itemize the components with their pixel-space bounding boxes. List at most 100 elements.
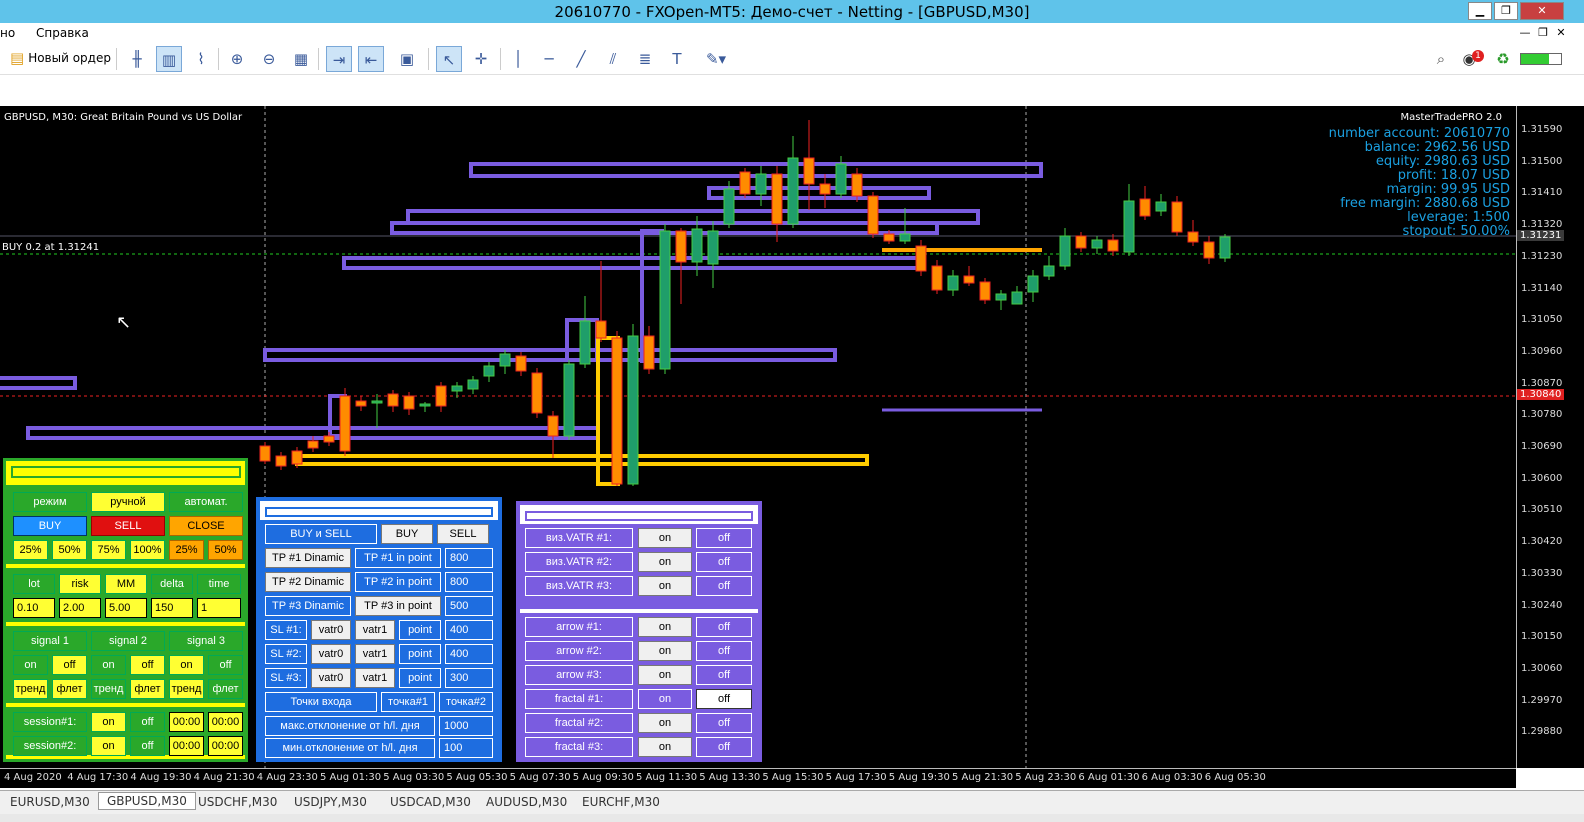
- bar-chart-icon[interactable]: ╫: [124, 46, 150, 72]
- tp1-dynamic-button[interactable]: TP #1 Dinamic: [265, 548, 351, 568]
- sl3-point-button[interactable]: point: [399, 668, 441, 688]
- horizontal-line-icon[interactable]: ─: [536, 46, 562, 72]
- maximize-button[interactable]: ❐: [1494, 2, 1518, 20]
- purple-a2-on[interactable]: on: [638, 641, 692, 661]
- symbol-tab[interactable]: GBPUSD,M30: [98, 792, 196, 810]
- signal-3-off[interactable]: off: [208, 655, 243, 675]
- purple-f3-on[interactable]: on: [638, 737, 692, 757]
- symbol-tab[interactable]: AUDUSD,M30: [478, 794, 575, 810]
- purple-a1-on[interactable]: on: [638, 617, 692, 637]
- sl3-value-input[interactable]: 300: [445, 668, 493, 688]
- close-button[interactable]: CLOSE: [169, 516, 243, 536]
- symbol-tab[interactable]: USDCHF,M30: [190, 794, 285, 810]
- signal-1-off[interactable]: off: [52, 655, 87, 675]
- tp2-point-button[interactable]: TP #2 in point: [355, 572, 441, 592]
- purple-f2-off[interactable]: off: [696, 713, 752, 733]
- purple-v1-off[interactable]: off: [696, 528, 752, 548]
- purple-f2-on[interactable]: on: [638, 713, 692, 733]
- line-chart-icon[interactable]: ⌇: [188, 46, 214, 72]
- buy-50-button[interactable]: 50%: [52, 540, 87, 560]
- symbol-tab[interactable]: USDCAD,M30: [382, 794, 479, 810]
- time-input[interactable]: 1: [197, 598, 241, 618]
- menu-item-help[interactable]: Справка: [36, 26, 89, 40]
- sl2-vatr1-button[interactable]: vatr1: [355, 644, 395, 664]
- min-deviation-input[interactable]: 100: [439, 738, 493, 758]
- signal-1-button[interactable]: signal 1: [13, 631, 87, 651]
- tp3-dynamic-button[interactable]: TP #3 Dinamic: [265, 596, 351, 616]
- buy-button[interactable]: BUY: [13, 516, 87, 536]
- purple-f1-off[interactable]: off: [696, 689, 752, 709]
- signal-2-on[interactable]: on: [91, 655, 126, 675]
- minimize-button[interactable]: ▁: [1468, 2, 1492, 20]
- tile-windows-icon[interactable]: ▦: [288, 46, 314, 72]
- sl2-vatr0-button[interactable]: vatr0: [311, 644, 351, 664]
- purple-v1-on[interactable]: on: [638, 528, 692, 548]
- session-2-off[interactable]: off: [130, 736, 165, 756]
- tp3-value-input[interactable]: 500: [445, 596, 493, 616]
- purple-f1-on[interactable]: on: [638, 689, 692, 709]
- signal-1-flat[interactable]: флет: [52, 679, 87, 699]
- panel-sell-button[interactable]: SELL: [437, 524, 489, 544]
- session-2-start[interactable]: 00:00: [169, 736, 204, 756]
- purple-a3-off[interactable]: off: [696, 665, 752, 685]
- mode-button[interactable]: режим: [13, 492, 87, 512]
- max-deviation-input[interactable]: 1000: [439, 716, 493, 736]
- close-50-button[interactable]: 50%: [208, 540, 243, 560]
- session-1-on[interactable]: on: [91, 712, 126, 732]
- session-1-end[interactable]: 00:00: [208, 712, 243, 732]
- candlestick-icon[interactable]: ▥: [156, 46, 182, 72]
- search-icon[interactable]: ⌕: [1428, 46, 1454, 72]
- trendline-icon[interactable]: ╱: [568, 46, 594, 72]
- zoom-in-icon[interactable]: ⊕: [224, 46, 250, 72]
- signal-2-flat[interactable]: флет: [130, 679, 165, 699]
- text-icon[interactable]: T: [664, 46, 690, 72]
- tp3-point-button[interactable]: TP #3 in point: [355, 596, 441, 616]
- signal-2-trend[interactable]: тренд: [91, 679, 126, 699]
- vertical-line-icon[interactable]: │: [505, 46, 531, 72]
- purple-v3-off[interactable]: off: [696, 576, 752, 596]
- mdi-close-icon[interactable]: ✕: [1552, 25, 1570, 41]
- symbol-tab[interactable]: USDJPY,M30: [286, 794, 375, 810]
- signal-3-trend[interactable]: тренд: [169, 679, 204, 699]
- entry-point-2-button[interactable]: точка#2: [439, 692, 493, 712]
- sl1-value-input[interactable]: 400: [445, 620, 493, 640]
- chart-shift-icon[interactable]: ⇤: [358, 46, 384, 72]
- sl3-vatr1-button[interactable]: vatr1: [355, 668, 395, 688]
- signal-2-button[interactable]: signal 2: [91, 631, 165, 651]
- signal-1-on[interactable]: on: [13, 655, 48, 675]
- session-2-on[interactable]: on: [91, 736, 126, 756]
- sl1-vatr0-button[interactable]: vatr0: [311, 620, 351, 640]
- symbol-tab[interactable]: EURCHF,M30: [574, 794, 668, 810]
- autoscroll-icon[interactable]: ⇥: [326, 46, 352, 72]
- close-25-button[interactable]: 25%: [169, 540, 204, 560]
- equidistant-channel-icon[interactable]: ⫽: [600, 46, 626, 72]
- purple-a3-on[interactable]: on: [638, 665, 692, 685]
- purple-f3-off[interactable]: off: [696, 737, 752, 757]
- buy-100-button[interactable]: 100%: [130, 540, 165, 560]
- symbol-tab[interactable]: EURUSD,M30: [2, 794, 98, 810]
- tp1-point-button[interactable]: TP #1 in point: [355, 548, 441, 568]
- signal-1-trend[interactable]: тренд: [13, 679, 48, 699]
- tp1-value-input[interactable]: 800: [445, 548, 493, 568]
- sl1-vatr1-button[interactable]: vatr1: [355, 620, 395, 640]
- cursor-icon[interactable]: ↖: [436, 46, 462, 72]
- purple-a1-off[interactable]: off: [696, 617, 752, 637]
- purple-v3-on[interactable]: on: [638, 576, 692, 596]
- buy-75-button[interactable]: 75%: [91, 540, 126, 560]
- manual-button[interactable]: ручной: [91, 492, 165, 512]
- tp2-value-input[interactable]: 800: [445, 572, 493, 592]
- session-2-end[interactable]: 00:00: [208, 736, 243, 756]
- purple-v2-off[interactable]: off: [696, 552, 752, 572]
- lot-input[interactable]: 0.10: [13, 598, 55, 618]
- sl2-value-input[interactable]: 400: [445, 644, 493, 664]
- session-1-start[interactable]: 00:00: [169, 712, 204, 732]
- purple-v2-on[interactable]: on: [638, 552, 692, 572]
- mm-input[interactable]: 5.00: [105, 598, 147, 618]
- purple-a2-off[interactable]: off: [696, 641, 752, 661]
- new-order-button[interactable]: ▤ Новый ордер: [10, 49, 111, 67]
- buy-and-sell-button[interactable]: BUY и SELL: [265, 524, 377, 544]
- tp2-dynamic-button[interactable]: TP #2 Dinamic: [265, 572, 351, 592]
- close-window-button[interactable]: ✕: [1520, 2, 1564, 20]
- mdi-restore-icon[interactable]: ❐: [1534, 25, 1552, 41]
- crosshair-icon[interactable]: ✛: [468, 46, 494, 72]
